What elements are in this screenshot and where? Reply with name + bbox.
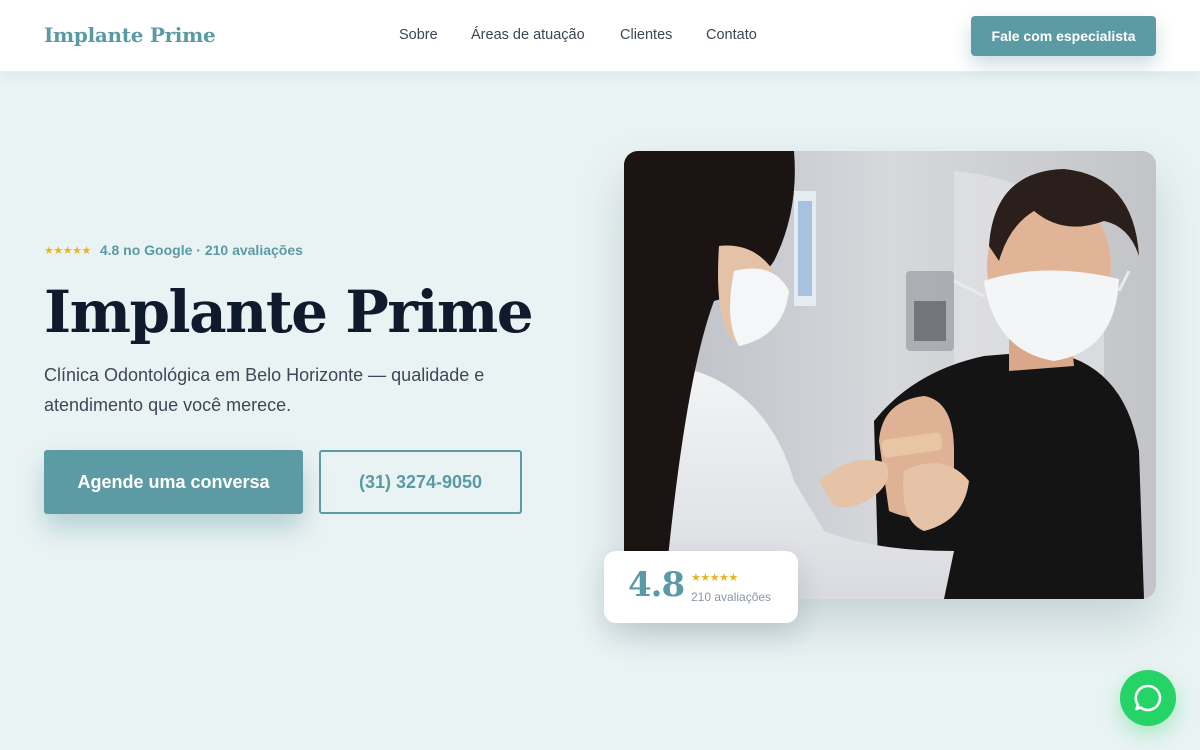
- nav-link-clientes[interactable]: Clientes: [620, 27, 672, 43]
- star-rating-icon: ★★★★★: [44, 244, 91, 257]
- nav-link-sobre[interactable]: Sobre: [399, 27, 438, 43]
- rating-score: 4.8: [628, 565, 685, 605]
- review-count: 210 avaliações: [691, 590, 772, 604]
- whatsapp-icon: [1134, 684, 1162, 712]
- whatsapp-button[interactable]: [1120, 670, 1176, 726]
- schedule-button[interactable]: Agende uma conversa: [44, 450, 303, 514]
- star-rating-icon: ★★★★★: [691, 572, 738, 584]
- hero-subtitle: Clínica Odontológica em Belo Horizonte —…: [44, 365, 485, 415]
- rating-text: 4.8 no Google · 210 avaliações: [99, 242, 303, 258]
- hero-photo: [624, 151, 1156, 599]
- nav-link-areas[interactable]: Áreas de atuação: [471, 27, 585, 43]
- nav-link-contato[interactable]: Contato: [706, 27, 757, 43]
- phone-button[interactable]: (31) 3274-9050: [319, 450, 522, 514]
- site-header: Implante Prime Sobre Áreas de atuação Cl…: [0, 0, 1200, 72]
- rating-card: 4.8 ★★★★★ 210 avaliações: [604, 551, 798, 623]
- page-title: Implante Prime: [44, 278, 534, 346]
- google-rating: ★★★★★ 4.8 no Google · 210 avaliações: [44, 242, 303, 258]
- talk-to-specialist-button[interactable]: Fale com especialista: [971, 16, 1156, 56]
